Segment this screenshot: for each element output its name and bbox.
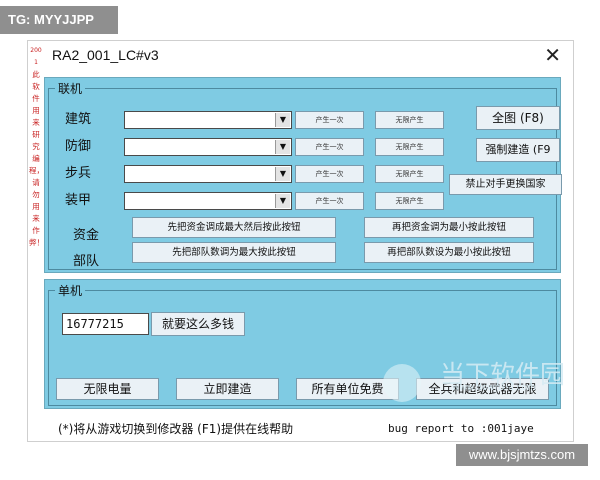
money-min-button[interactable]: 再把资金调为最小按此按钮 [364, 217, 534, 238]
online-panel: 联机 建筑 ▼ 产生一次 无限产生 防御 ▼ 产生一次 无限产生 步兵 ▼ 产生… [44, 77, 562, 273]
money-label: 资金 [73, 228, 100, 243]
armor-dropdown[interactable]: ▼ [124, 192, 292, 210]
chevron-down-icon[interactable]: ▼ [275, 113, 290, 127]
site-badge: www.bjsjmtzs.com [456, 444, 588, 466]
chevron-down-icon[interactable]: ▼ [275, 167, 290, 181]
apply-money-button[interactable]: 就要这么多钱 [151, 312, 245, 336]
no-nation-change-button[interactable]: 禁止对手更换国家 [449, 174, 562, 195]
chevron-down-icon[interactable]: ▼ [275, 194, 290, 208]
force-build-button[interactable]: 强制建造 (F9 [476, 138, 560, 162]
money-max-button[interactable]: 先把资金调成最大然后按此按钮 [132, 217, 336, 238]
build-once-button[interactable]: 产生一次 [295, 111, 364, 129]
instant-build-button[interactable]: 立即建造 [176, 378, 279, 400]
unlimited-power-button[interactable]: 无限电量 [56, 378, 159, 400]
defense-label: 防御 [65, 139, 92, 154]
infantry-infinite-button[interactable]: 无限产生 [375, 165, 444, 183]
fullmap-button[interactable]: 全图 (F8) [476, 106, 560, 130]
chevron-down-icon[interactable]: ▼ [275, 140, 290, 154]
side-warning-text: 2001 此软件用来研究编程，请勿用来作弊！ [29, 45, 44, 249]
watermark-logo-icon [383, 364, 421, 402]
build-label: 建筑 [65, 112, 92, 127]
single-legend: 单机 [55, 282, 86, 299]
infantry-once-button[interactable]: 产生一次 [295, 165, 364, 183]
online-legend: 联机 [55, 80, 86, 97]
build-dropdown[interactable]: ▼ [124, 111, 292, 129]
defense-infinite-button[interactable]: 无限产生 [375, 138, 444, 156]
troops-max-button[interactable]: 先把部队数调为最大按此按钮 [132, 242, 336, 263]
troops-label: 部队 [73, 254, 100, 269]
window-title: RA2_001_LC#v3 [52, 47, 159, 63]
side-warning-top: 2001 [30, 47, 42, 66]
watermark-url: www.downxia.com [452, 383, 536, 393]
bug-report-text: bug report to :001jaye [388, 422, 534, 435]
armor-infinite-button[interactable]: 无限产生 [375, 192, 444, 210]
infantry-dropdown[interactable]: ▼ [124, 165, 292, 183]
close-icon: ✕ [544, 43, 561, 67]
side-warning-body: 此软件用来研究编程，请勿用来作弊！ [29, 70, 44, 247]
close-button[interactable]: ✕ [544, 43, 561, 67]
channel-badge: TG: MYYJJPP [0, 6, 118, 34]
status-help-text: (*)将从游戏切换到修改器 (F1)提供在线帮助 [58, 422, 294, 436]
build-infinite-button[interactable]: 无限产生 [375, 111, 444, 129]
defense-once-button[interactable]: 产生一次 [295, 138, 364, 156]
armor-label: 装甲 [65, 193, 92, 208]
troops-min-button[interactable]: 再把部队数设为最小按此按钮 [364, 242, 534, 263]
money-value-input[interactable]: 16777215 [62, 313, 149, 335]
defense-dropdown[interactable]: ▼ [124, 138, 292, 156]
infantry-label: 步兵 [65, 166, 92, 181]
armor-once-button[interactable]: 产生一次 [295, 192, 364, 210]
